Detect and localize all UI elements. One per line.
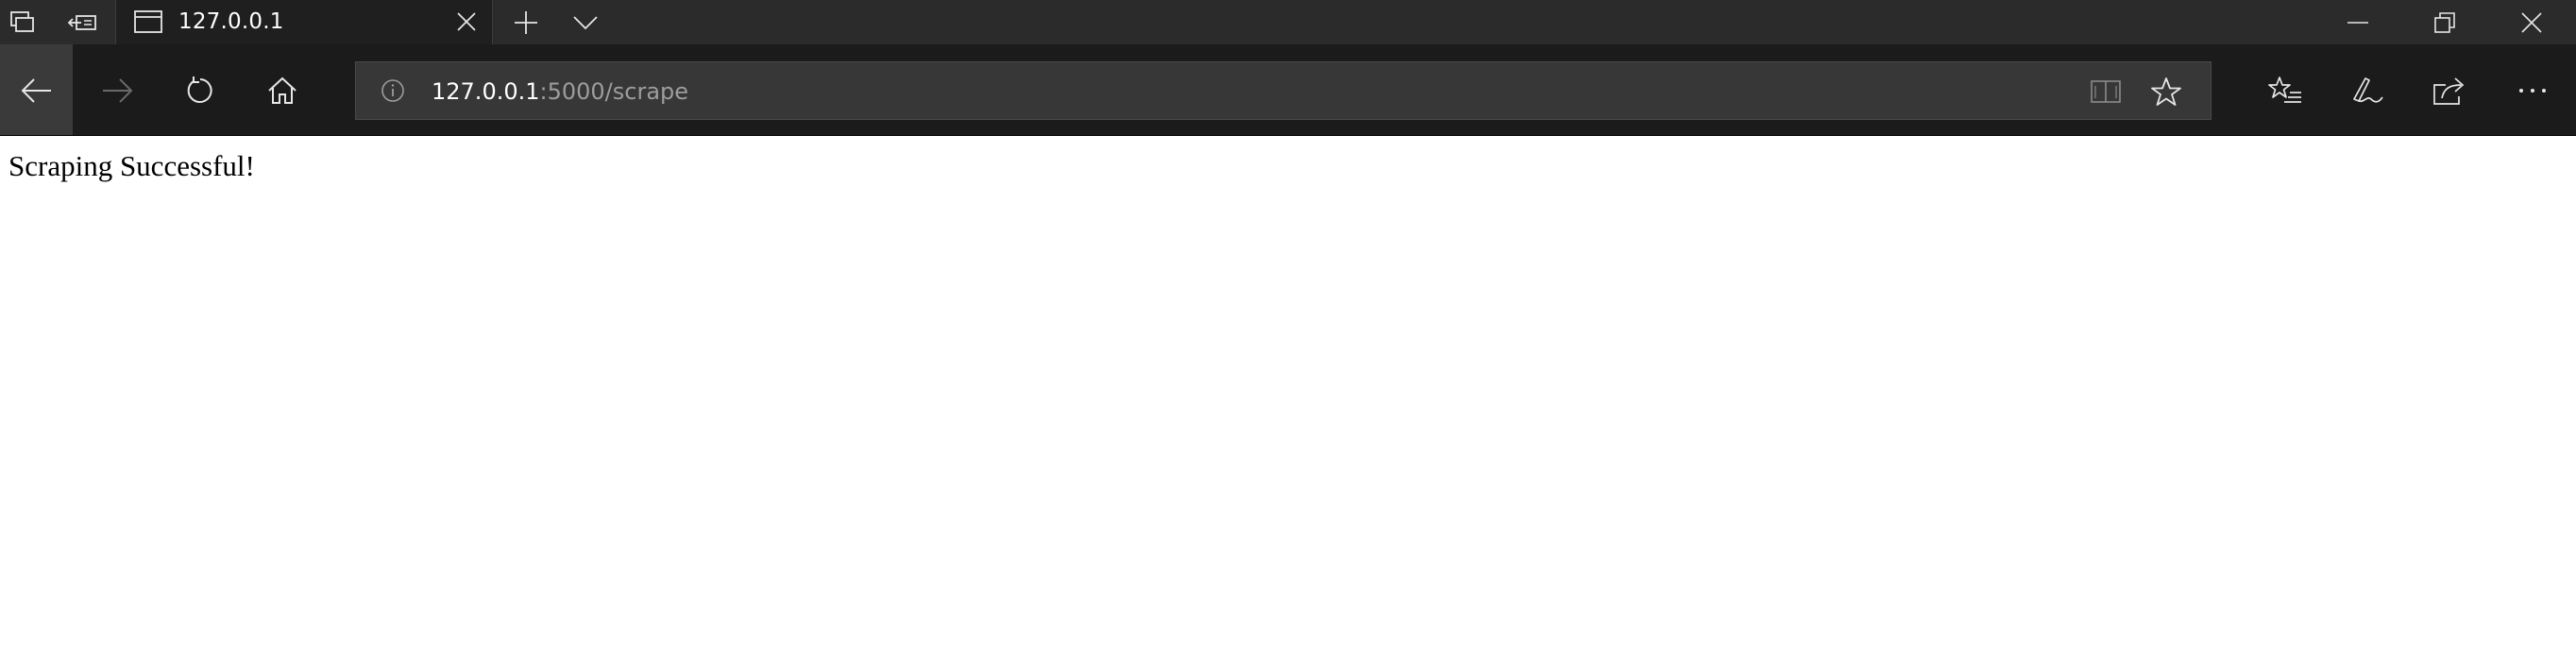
home-icon xyxy=(267,76,297,105)
restore-button[interactable] xyxy=(2402,0,2487,44)
tab-switcher-button[interactable] xyxy=(0,0,45,44)
share-button[interactable] xyxy=(2413,44,2485,136)
tab-title: 127.0.0.1 xyxy=(178,9,284,34)
pen-icon xyxy=(2350,75,2384,107)
info-icon[interactable] xyxy=(381,78,405,103)
forward-arrow-icon xyxy=(101,77,133,104)
close-icon xyxy=(2521,11,2542,33)
more-icon xyxy=(2517,87,2548,94)
favorites-hub-button[interactable] xyxy=(2248,44,2321,136)
restore-icon xyxy=(2434,11,2455,33)
more-button[interactable] xyxy=(2496,44,2568,136)
page-favicon-icon xyxy=(133,9,163,34)
star-icon xyxy=(2150,76,2182,107)
forward-button[interactable] xyxy=(80,44,153,136)
chevron-down-icon xyxy=(572,14,599,31)
refresh-button[interactable] xyxy=(163,44,236,136)
set-aside-tabs-icon xyxy=(67,10,99,35)
tab-switcher-icon xyxy=(8,10,37,35)
page-content: Scraping Successful! xyxy=(0,136,2576,660)
refresh-icon xyxy=(185,76,215,106)
back-arrow-icon xyxy=(21,77,53,104)
url-text[interactable]: 127.0.0.1:5000/scrape xyxy=(432,62,688,121)
url-host: 127.0.0.1 xyxy=(432,78,540,105)
status-message: Scraping Successful! xyxy=(8,149,255,182)
minimize-button[interactable] xyxy=(2315,0,2400,44)
tab-active[interactable]: 127.0.0.1 xyxy=(115,0,493,44)
back-button[interactable] xyxy=(0,44,73,136)
plus-icon xyxy=(514,10,538,35)
minimize-icon xyxy=(2347,21,2368,25)
tab-preview-button[interactable] xyxy=(563,0,608,44)
new-tab-button[interactable] xyxy=(504,0,548,44)
book-icon xyxy=(2090,78,2122,105)
address-bar[interactable]: 127.0.0.1:5000/scrape xyxy=(355,61,2212,120)
close-window-button[interactable] xyxy=(2489,0,2574,44)
browser-toolbar: 127.0.0.1:5000/scrape xyxy=(0,44,2576,136)
favorites-list-icon xyxy=(2267,76,2303,106)
share-icon xyxy=(2432,76,2466,106)
url-path: :5000/scrape xyxy=(539,78,689,105)
home-button[interactable] xyxy=(246,44,318,136)
close-tab-button[interactable] xyxy=(452,8,481,36)
reading-view-button[interactable] xyxy=(2089,75,2123,109)
close-icon xyxy=(456,11,477,32)
title-bar: 127.0.0.1 xyxy=(0,0,2576,44)
add-favorite-button[interactable] xyxy=(2149,75,2183,109)
web-note-button[interactable] xyxy=(2330,44,2403,136)
set-aside-tabs-button[interactable] xyxy=(59,0,108,44)
